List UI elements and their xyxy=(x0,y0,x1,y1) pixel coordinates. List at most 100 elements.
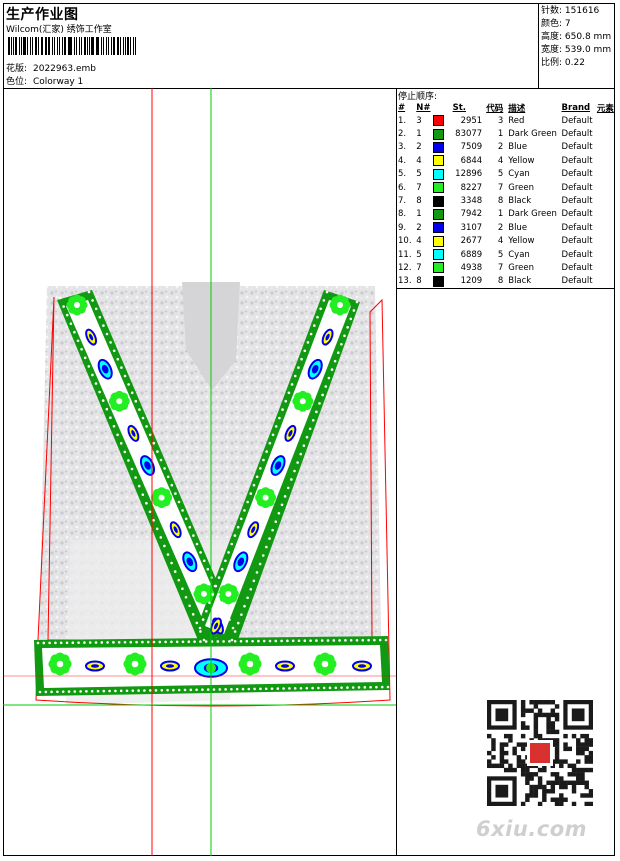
qr-module xyxy=(580,780,585,785)
stitch-dot xyxy=(83,356,87,360)
stitch-dot xyxy=(336,351,340,355)
qr-module xyxy=(525,767,530,773)
stitch-dot xyxy=(369,685,372,689)
qr-module xyxy=(529,784,534,790)
stitch-dot xyxy=(112,424,116,428)
stitch-dot xyxy=(192,534,195,537)
qr-module xyxy=(512,746,517,752)
stitch-dot xyxy=(344,639,347,642)
qr-module xyxy=(576,780,581,785)
qr-module xyxy=(533,725,539,730)
stitch-dot xyxy=(36,641,40,645)
stitch-dot xyxy=(163,544,166,548)
stitch-dot xyxy=(265,545,268,549)
stitch-dot xyxy=(88,641,92,644)
qr-module xyxy=(554,801,560,806)
stitch-dot xyxy=(297,639,301,643)
qr-module xyxy=(529,700,534,705)
stitch-dot xyxy=(286,486,290,490)
stitch-dot xyxy=(202,638,206,642)
stitch-dot xyxy=(228,618,231,621)
stitch-dot xyxy=(277,511,281,515)
stitch-dot xyxy=(143,689,146,692)
qr-module xyxy=(546,712,551,718)
qr-module xyxy=(542,767,547,773)
stitch-dot xyxy=(174,492,177,495)
stitch-dot xyxy=(130,391,134,395)
stitch-dot xyxy=(290,478,293,481)
stitch-dot xyxy=(351,686,355,689)
stitch-dot xyxy=(222,640,225,643)
stitch-dot xyxy=(59,641,63,645)
qr-module xyxy=(571,784,577,790)
qr-module xyxy=(563,797,568,802)
qr-module xyxy=(529,776,534,781)
qr-module xyxy=(588,755,593,760)
stitch-dot xyxy=(152,519,155,522)
stitch-dot xyxy=(91,299,94,302)
qr-module xyxy=(525,725,530,730)
flower-center xyxy=(74,302,80,308)
qr-module xyxy=(554,780,560,785)
qr-module xyxy=(584,746,589,752)
flower-center xyxy=(131,660,139,668)
stitch-dot xyxy=(330,368,334,371)
flower-center xyxy=(246,660,254,668)
stitch-dot xyxy=(205,609,208,613)
stitch-dot xyxy=(145,425,148,428)
stitch-dot xyxy=(349,639,353,642)
stitch-dot xyxy=(306,341,310,344)
qr-module xyxy=(567,780,572,785)
stitch-dot xyxy=(247,687,251,691)
qr-module xyxy=(503,742,509,747)
qr-module xyxy=(487,759,492,764)
qr-code-icon xyxy=(487,700,593,806)
qr-module xyxy=(571,772,577,777)
stitch-dot xyxy=(170,561,173,565)
stitch-dot xyxy=(123,640,127,644)
stitch-dot xyxy=(230,687,233,691)
qr-module xyxy=(576,759,581,764)
stitch-dot xyxy=(141,416,145,420)
stitch-dot xyxy=(116,433,119,437)
qr-module xyxy=(542,797,547,802)
qr-module xyxy=(533,793,539,798)
stitch-dot xyxy=(158,640,162,644)
qr-module xyxy=(508,733,513,739)
stitch-dot xyxy=(259,467,262,470)
stitch-dot xyxy=(114,689,117,693)
stitch-dot xyxy=(346,686,349,689)
qr-module xyxy=(550,772,556,777)
stitch-dot xyxy=(302,444,306,447)
stitch-dot xyxy=(253,687,256,691)
qr-module xyxy=(520,759,526,764)
qr-module xyxy=(508,738,513,743)
stitch-dot xyxy=(123,450,127,454)
stitch-dot xyxy=(309,639,312,642)
stitch-dot xyxy=(159,536,163,539)
qr-module xyxy=(525,708,530,713)
flower-center xyxy=(56,660,64,668)
paisley-center xyxy=(357,664,367,668)
qr-module xyxy=(576,742,581,747)
qr-module xyxy=(533,712,539,718)
qr-module xyxy=(584,742,589,747)
qr-module xyxy=(584,738,589,743)
stitch-dot xyxy=(137,484,141,488)
stitch-dot xyxy=(94,382,98,385)
qr-module xyxy=(571,780,577,785)
qr-module xyxy=(537,801,543,806)
qr-module xyxy=(584,784,589,790)
stitch-dot xyxy=(283,495,287,498)
stitch-dot xyxy=(308,427,312,431)
stitch-dot xyxy=(228,640,231,643)
stitch-dot xyxy=(166,553,170,556)
stitch-dot xyxy=(274,639,278,643)
qr-module xyxy=(576,746,581,752)
stitch-dot xyxy=(94,307,98,311)
qr-module xyxy=(554,729,560,735)
stitch-dot xyxy=(249,492,253,495)
qr-module xyxy=(554,704,560,709)
stitch-dot xyxy=(286,639,289,643)
qr-module xyxy=(571,763,577,769)
